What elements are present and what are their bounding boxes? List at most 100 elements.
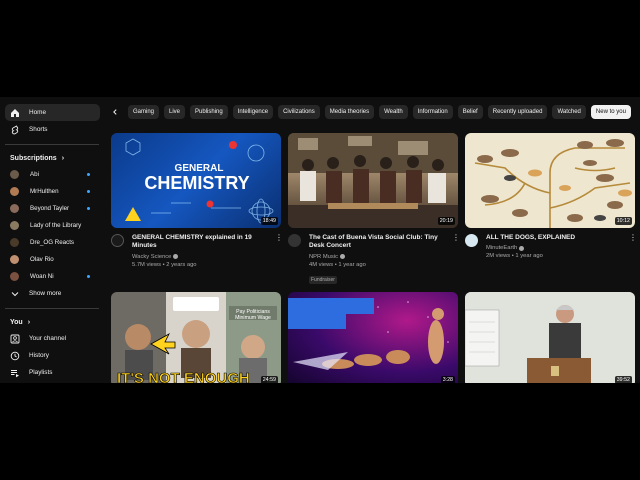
video-thumbnail[interactable]: 3:28 [288,292,458,383]
verified-icon [340,254,345,260]
video-stats: 4M views • 1 year ago [309,261,366,268]
subscription-name: Woan Ni [30,273,54,280]
chevron-left-icon [113,109,117,115]
nav-playlists-label: Playlists [29,369,53,376]
channel-name[interactable]: Wacky Science [132,254,275,260]
avatar [10,221,19,230]
chip-gaming[interactable]: Gaming [128,105,160,119]
duration-badge: 3:28 [440,376,455,383]
chip-live[interactable]: Live [164,105,186,119]
subscription-item[interactable]: Lady of the Library [5,217,100,234]
avatar [10,238,19,247]
more-options-icon[interactable]: ⋮ [452,234,460,286]
nav-history[interactable]: History [5,347,100,364]
playlists-icon [10,368,20,378]
channel-name[interactable]: MinuteEarth [486,245,629,251]
new-content-dot [87,190,90,193]
chip-publishing[interactable]: Publishing [190,105,228,119]
verified-icon [519,245,525,251]
video-card[interactable]: GENERAL CHEMISTRY 18:49 GENERAL CHEMISTRY… [111,133,283,268]
subscription-item[interactable]: Olav Rio [5,251,100,268]
chip-information[interactable]: Information [412,105,453,119]
channel-avatar[interactable] [111,234,124,247]
nav-your-channel-label: Your channel [29,335,67,342]
svg-text:Minimum Wage: Minimum Wage [235,315,271,321]
video-card[interactable]: 39:52 [465,292,635,383]
divider [5,308,99,309]
subscription-item[interactable]: Dre_OG Reacts [5,234,100,251]
chip-list: Gaming Live Publishing Intelligence Civiliza… [128,105,636,119]
video-thumbnail[interactable]: 39:52 [465,292,635,383]
new-content-dot [87,275,90,278]
video-card[interactable]: 3:28 [288,292,458,383]
avatar [10,187,19,196]
chip-watched[interactable]: Watched [552,105,586,119]
more-options-icon[interactable]: ⋮ [275,234,283,268]
fundraiser-badge: Fundraiser [309,275,337,284]
video-meta-text: ALL THE DOGS, EXPLAINED MinuteEarth 2M vie… [486,234,629,259]
subscription-name: MrHulthen [30,188,59,195]
chip-intelligence[interactable]: Intelligence [232,105,274,119]
chevron-down-icon [10,289,20,299]
subscription-item[interactable]: Beyond Tayler [5,200,100,217]
video-thumbnail[interactable]: GENERAL CHEMISTRY 18:49 [111,133,281,228]
chip-bar: Gaming Live Publishing Intelligence Civiliza… [108,104,640,120]
video-card[interactable]: 20:19 The Cast of Buena Vista Social Club… [288,133,460,286]
chip-media-theories[interactable]: Media theories [324,105,375,119]
subscription-item[interactable]: Woan Ni [5,268,100,285]
channel-name-text: MinuteEarth [486,245,518,252]
subscriptions-list: Abi MrHulthen Beyond Tayler Lady of the Lib… [5,166,100,285]
subscription-name: Beyond Tayler [30,205,70,212]
chevron-right-icon: › [27,318,31,326]
you-title: You [10,318,23,326]
show-more-button[interactable]: Show more [5,285,100,302]
video-meta-text: GENERAL CHEMISTRY explained in 19 Minute… [132,234,275,268]
you-header[interactable]: You › [5,314,100,330]
sidebar: Home Shorts Subscriptions › Abi MrHulthen… [0,97,104,383]
video-title[interactable]: GENERAL CHEMISTRY explained in 19 Minute… [132,234,275,251]
chip-recently-uploaded[interactable]: Recently uploaded [487,105,548,119]
divider [5,144,99,145]
duration-badge: 10:12 [614,217,632,225]
subscription-name: Abi [30,171,39,178]
nav-home[interactable]: Home [5,104,100,121]
video-card[interactable]: 10:12 ALL THE DOGS, EXPLAINED MinuteEarth 2… [465,133,637,259]
video-thumbnail[interactable]: 20:19 [288,133,458,228]
subscription-name: Olav Rio [30,256,54,263]
video-meta: The Cast of Buena Vista Social Club: Tin… [288,234,460,286]
channel-name[interactable]: NPR Music [309,254,452,260]
more-options-icon[interactable]: ⋮ [629,233,637,259]
video-thumbnail[interactable]: 10:12 [465,133,635,228]
avatar [10,204,19,213]
chip-civilizations[interactable]: Civilizations [278,105,320,119]
video-meta-text: The Cast of Buena Vista Social Club: Tin… [309,234,452,286]
nav-shorts-label: Shorts [29,126,48,133]
nav-shorts[interactable]: Shorts [5,121,100,138]
video-thumbnail[interactable]: Pay Politicians Minimum Wage IT'S NOT EN… [111,292,281,383]
new-content-dot [87,207,90,210]
duration-badge: 20:19 [437,217,455,225]
chips-scroll-left-button[interactable] [108,105,122,119]
subscriptions-title: Subscriptions [10,154,57,162]
video-title[interactable]: ALL THE DOGS, EXPLAINED [486,234,629,242]
avatar [10,272,19,281]
subscription-name: Dre_OG Reacts [30,239,75,246]
chip-wealth[interactable]: Wealth [379,105,408,119]
history-icon [10,351,20,361]
video-meta: ALL THE DOGS, EXPLAINED MinuteEarth 2M vie… [465,233,637,259]
subscriptions-header[interactable]: Subscriptions › [5,150,100,166]
video-meta: GENERAL CHEMISTRY explained in 19 Minute… [111,234,283,268]
nav-your-channel[interactable]: Your channel [5,330,100,347]
video-title[interactable]: The Cast of Buena Vista Social Club: Tin… [309,234,452,251]
subscription-item[interactable]: MrHulthen [5,183,100,200]
subscription-item[interactable]: Abi [5,166,100,183]
channel-avatar[interactable] [288,234,301,247]
channel-icon [10,334,20,344]
new-content-dot [87,173,90,176]
video-card[interactable]: Pay Politicians Minimum Wage IT'S NOT EN… [111,292,281,383]
svg-text:CHEMISTRY: CHEMISTRY [144,173,249,193]
chip-belief[interactable]: Belief [457,105,483,119]
nav-playlists[interactable]: Playlists [5,364,100,381]
channel-avatar[interactable] [465,234,478,247]
chip-new-to-you[interactable]: New to you [590,105,631,119]
